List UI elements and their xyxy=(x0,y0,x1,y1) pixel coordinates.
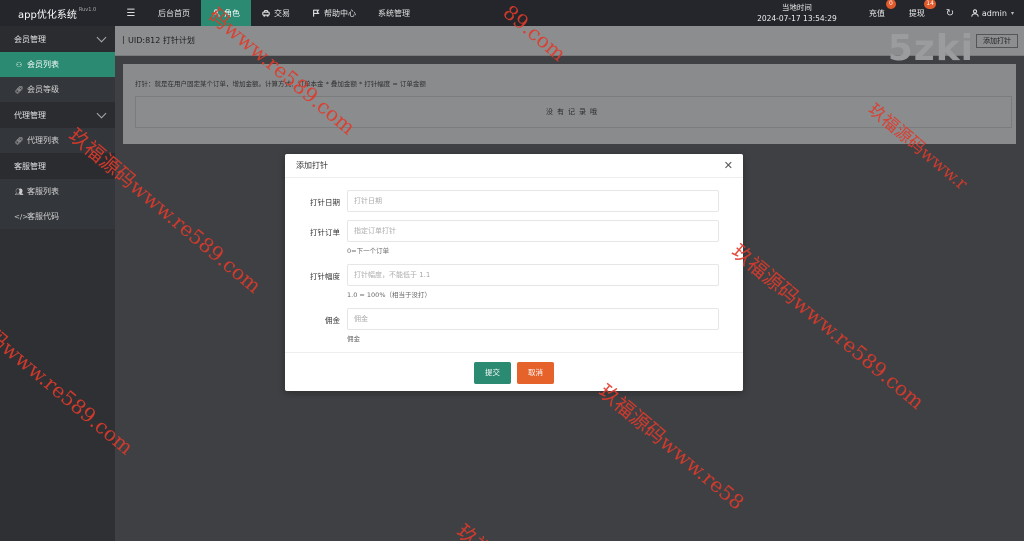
user-icon xyxy=(971,9,979,17)
nav-item-label: 系统管理 xyxy=(378,8,410,18)
recharge-button[interactable]: 充值 0 xyxy=(857,0,897,26)
brand-title: app优化系统 xyxy=(18,9,77,21)
field-label: 佣金 xyxy=(325,316,340,325)
nav-item-label: 交易 xyxy=(274,8,290,18)
dialog-footer: 提交 取消 xyxy=(285,352,743,391)
sidebar-group-label: 代理管理 xyxy=(14,110,46,120)
title-marker xyxy=(123,36,124,44)
sidebar-group-support[interactable]: 客服管理 xyxy=(0,153,115,179)
recharge-label: 充值 xyxy=(868,8,885,18)
user-name: admin xyxy=(981,8,1007,18)
local-time: 当地时间 2024-07-17 13:54:29 xyxy=(747,2,847,24)
withdraw-label: 提现 xyxy=(908,8,925,18)
nav-item-label: 帮助中心 xyxy=(324,8,356,18)
sidebar-item-label: 代理列表 xyxy=(27,136,59,145)
nav-item-role[interactable]: 角色 xyxy=(201,0,251,26)
injection-date-input[interactable]: 打针日期 xyxy=(347,190,719,212)
refresh-icon[interactable]: ↻ xyxy=(937,8,963,19)
page-title-text: UID:812 打针计划 xyxy=(128,36,195,45)
submit-button[interactable]: 提交 xyxy=(474,362,511,384)
sidebar-item-label: 会员列表 xyxy=(27,60,59,69)
sidebar-group-members[interactable]: 会员管理 xyxy=(0,26,115,52)
user-icon xyxy=(212,9,220,17)
injection-order-input[interactable]: 指定订单打针 xyxy=(347,220,719,242)
user-menu[interactable]: admin ▾ xyxy=(963,9,1024,18)
nav-item-system[interactable]: 系统管理 xyxy=(367,0,421,26)
brand-version: Ruv1.0 xyxy=(78,7,97,13)
close-icon[interactable]: ✕ xyxy=(724,160,733,171)
sidebar-group-label: 客服管理 xyxy=(14,161,46,171)
injection-hint: 打针：就是在用户固定某个订单，增加金额。计算方式：订单本金 * 叠加金额 * 打… xyxy=(135,80,426,88)
nav-item-home[interactable]: 后台首页 xyxy=(147,0,201,26)
withdraw-badge: 14 xyxy=(924,0,936,9)
menu-toggle-icon[interactable]: ☰ xyxy=(115,8,147,19)
add-injection-dialog: 添加打针 ✕ 打针日期 打针日期 打针订单 指定订单打针 0=下一个订单 打针幅… xyxy=(285,154,743,391)
sidebar-group-agents[interactable]: 代理管理 xyxy=(0,102,115,128)
clock-label: 当地时间 xyxy=(781,3,812,12)
field-help: 0=下一个订单 xyxy=(347,247,390,255)
withdraw-button[interactable]: 提现 14 xyxy=(897,0,937,26)
field-help: 佣金 xyxy=(347,335,360,343)
field-label: 打针日期 xyxy=(310,198,340,207)
sidebar-item-label: 客服代码 xyxy=(27,212,59,221)
page-header: UID:812 打针计划 5zki 添加打针 xyxy=(115,26,1024,69)
sidebar-item-member-list[interactable]: ⚇ 会员列表 xyxy=(0,52,115,77)
sidebar-item-member-level[interactable]: 🔗︎ 会员等级 xyxy=(0,77,115,102)
dialog-header: 添加打针 ✕ xyxy=(285,154,743,178)
nav-item-label: 后台首页 xyxy=(158,8,190,18)
code-icon: </> xyxy=(14,212,29,221)
sidebar-item-support-code[interactable]: </> 客服代码 xyxy=(0,204,115,229)
recharge-badge: 0 xyxy=(885,0,896,9)
add-injection-button[interactable]: 添加打针 xyxy=(976,34,1018,48)
page-title: UID:812 打针计划 xyxy=(123,35,195,46)
car-icon xyxy=(262,10,270,17)
sidebar-group-label: 会员管理 xyxy=(14,34,46,44)
chevron-down-icon xyxy=(96,108,107,118)
link-icon: 🔗︎ xyxy=(14,85,24,94)
clock-value: 2024-07-17 13:54:29 xyxy=(757,14,837,23)
field-help: 1.0 = 100%（相当于没打） xyxy=(347,291,431,299)
cancel-button[interactable]: 取消 xyxy=(517,362,554,384)
top-bar: app优化系统 Ruv1.0 ☰ 后台首页 角色 交易 帮助中心 系统管理 当地… xyxy=(0,0,1024,26)
nav-item-trade[interactable]: 交易 xyxy=(251,0,301,26)
injection-ratio-input[interactable]: 打针幅度，不能低于 1.1 xyxy=(347,264,719,286)
sidebar: 会员管理 ⚇ 会员列表 🔗︎ 会员等级 代理管理 🔗︎ 代理列表 客服管理 👥︎… xyxy=(0,26,115,541)
commission-input[interactable]: 佣金 xyxy=(347,308,719,330)
top-right-tools: 当地时间 2024-07-17 13:54:29 充值 0 提现 14 ↻ ad… xyxy=(747,0,1024,26)
link-icon: 🔗︎ xyxy=(14,136,24,145)
users-icon: 👥︎ xyxy=(14,187,24,196)
sidebar-item-label: 客服列表 xyxy=(27,187,59,196)
flag-icon xyxy=(313,9,320,17)
sidebar-item-label: 会员等级 xyxy=(27,85,59,94)
field-label: 打针幅度 xyxy=(310,272,340,281)
user-icon: ⚇ xyxy=(15,60,23,69)
nav-item-help[interactable]: 帮助中心 xyxy=(301,0,367,26)
sidebar-item-agent-list[interactable]: 🔗︎ 代理列表 xyxy=(0,128,115,153)
site-logo-watermark: 5zki xyxy=(887,28,974,69)
empty-state: 没有记录哦 xyxy=(135,96,1012,128)
dialog-title: 添加打针 xyxy=(296,161,328,170)
chevron-down-icon xyxy=(96,32,107,42)
field-label: 打针订单 xyxy=(310,228,340,237)
sidebar-item-support-list[interactable]: 👥︎ 客服列表 xyxy=(0,179,115,204)
chevron-down-icon: ▾ xyxy=(1010,9,1014,17)
nav-item-label: 角色 xyxy=(224,8,240,18)
app-brand[interactable]: app优化系统 Ruv1.0 xyxy=(0,0,115,26)
